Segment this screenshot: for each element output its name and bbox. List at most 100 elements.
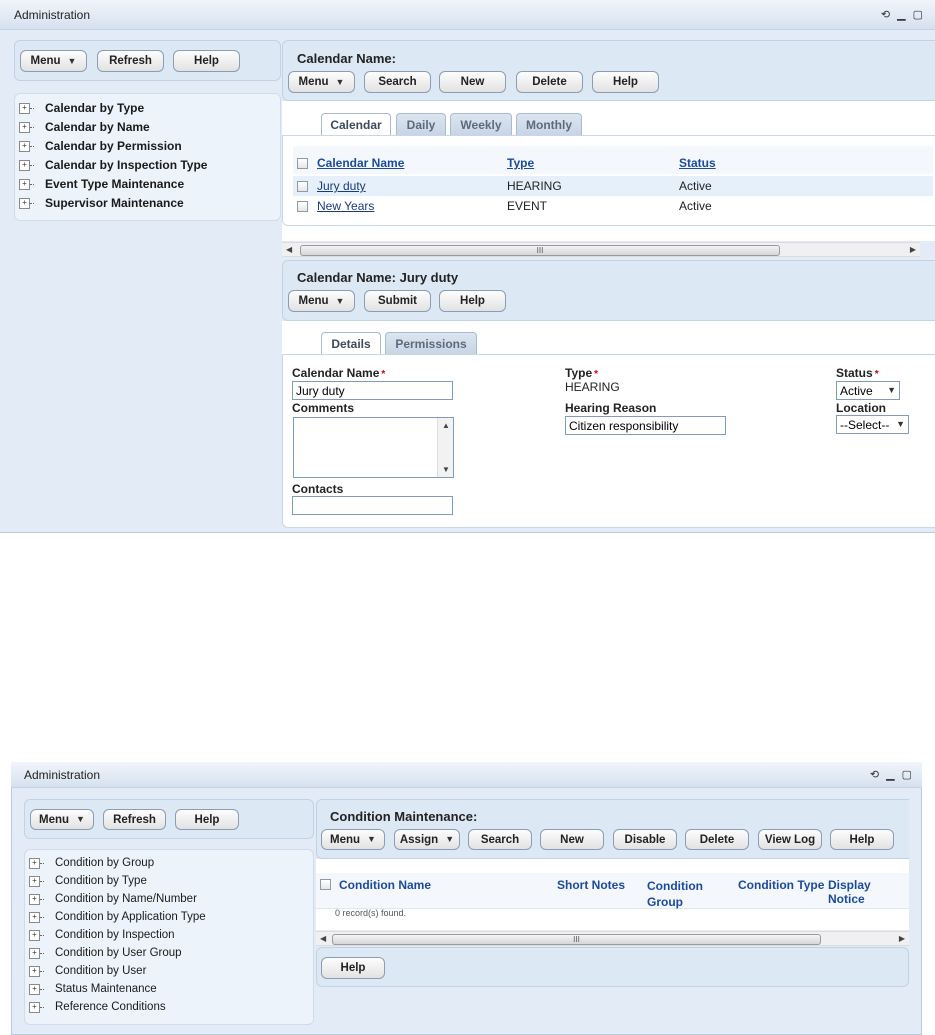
left-help-button[interactable]: Help xyxy=(173,50,240,72)
scroll-down-icon[interactable]: ▼ xyxy=(442,465,450,474)
left-menu-button[interactable]: Menu ▼ xyxy=(20,50,87,72)
expand-plus-icon[interactable]: + xyxy=(19,197,34,209)
column-display-notice[interactable]: Display Notice xyxy=(828,878,909,906)
select-all-checkbox[interactable] xyxy=(320,879,331,890)
column-short-notes[interactable]: Short Notes xyxy=(557,878,625,892)
detail-panel-header: Calendar Name: Jury duty Menu ▼ Submit He… xyxy=(282,260,935,321)
expand-plus-icon[interactable]: + xyxy=(29,875,44,887)
expand-plus-icon[interactable]: + xyxy=(19,102,34,114)
scroll-right-icon[interactable]: ▶ xyxy=(899,934,905,943)
scroll-thumb[interactable]: III xyxy=(332,934,821,945)
tree-item[interactable]: + Event Type Maintenance xyxy=(19,177,184,191)
tree-item[interactable]: + Condition by Name/Number xyxy=(29,893,197,905)
condition-viewlog-button[interactable]: View Log xyxy=(758,829,822,850)
calendar-horizontal-scrollbar[interactable]: ◀ III ▶ xyxy=(282,242,920,257)
row-name-link[interactable]: New Years xyxy=(317,199,374,213)
tree-item[interactable]: + Condition by Application Type xyxy=(29,911,206,923)
tree-item[interactable]: + Condition by User Group xyxy=(29,947,182,959)
expand-plus-icon[interactable]: + xyxy=(29,983,44,995)
column-condition-type[interactable]: Condition Type xyxy=(738,878,824,892)
calendar-menu-button[interactable]: Menu ▼ xyxy=(288,71,355,93)
detail-help-button[interactable]: Help xyxy=(439,290,506,312)
tree-item[interactable]: + Reference Conditions xyxy=(29,1001,166,1013)
tree-item[interactable]: + Condition by Inspection xyxy=(29,929,175,941)
comments-scrollbar[interactable]: ▲ ▼ xyxy=(437,418,453,477)
expand-plus-icon[interactable]: + xyxy=(19,121,34,133)
row-name-link[interactable]: Jury duty xyxy=(317,179,366,193)
tree-item[interactable]: + Supervisor Maintenance xyxy=(19,196,184,210)
contacts-label: Contacts xyxy=(292,482,344,496)
tree-item[interactable]: + Condition by Type xyxy=(29,875,147,887)
left-help-button[interactable]: Help xyxy=(175,809,239,830)
tree-item[interactable]: + Condition by User xyxy=(29,965,146,977)
column-status[interactable]: Status xyxy=(679,156,716,170)
condition-help-button[interactable]: Help xyxy=(830,829,894,850)
detail-submit-button[interactable]: Submit xyxy=(364,290,431,312)
tab-monthly[interactable]: Monthly xyxy=(516,113,582,135)
column-condition-name[interactable]: Condition Name xyxy=(339,878,431,892)
select-all-checkbox[interactable] xyxy=(297,158,308,169)
column-calendar-name[interactable]: Calendar Name xyxy=(317,156,404,170)
condition-delete-button[interactable]: Delete xyxy=(685,829,749,850)
status-select[interactable]: Active ▼ xyxy=(836,381,900,400)
calendar-name-input[interactable] xyxy=(292,381,453,400)
minimize-icon[interactable]: ▁ xyxy=(886,768,894,781)
condition-assign-button[interactable]: Assign ▼ xyxy=(394,829,460,850)
condition-search-button[interactable]: Search xyxy=(468,829,532,850)
condition-new-button[interactable]: New xyxy=(540,829,604,850)
calendar-search-button[interactable]: Search xyxy=(364,71,431,93)
left-refresh-button[interactable]: Refresh xyxy=(103,809,166,830)
tree-item[interactable]: + Calendar by Permission xyxy=(19,139,182,153)
expand-plus-icon[interactable]: + xyxy=(29,911,44,923)
expand-plus-icon[interactable]: + xyxy=(29,929,44,941)
condition-disable-button[interactable]: Disable xyxy=(613,829,677,850)
tree-item[interactable]: + Calendar by Name xyxy=(19,120,150,134)
hearing-reason-input[interactable] xyxy=(565,416,726,435)
expand-plus-icon[interactable]: + xyxy=(19,159,34,171)
scroll-left-icon[interactable]: ◀ xyxy=(286,245,292,254)
table-row[interactable] xyxy=(293,176,933,196)
condition-footer-help-button[interactable]: Help xyxy=(321,957,385,979)
condition-horizontal-scrollbar[interactable]: ◀ III ▶ xyxy=(316,931,909,946)
calendar-help-button[interactable]: Help xyxy=(592,71,659,93)
maximize-icon[interactable]: ▢ xyxy=(902,768,912,781)
expand-plus-icon[interactable]: + xyxy=(29,965,44,977)
condition-menu-button[interactable]: Menu ▼ xyxy=(321,829,385,850)
calendar-new-button[interactable]: New xyxy=(439,71,506,93)
expand-plus-icon[interactable]: + xyxy=(29,857,44,869)
expand-plus-icon[interactable]: + xyxy=(29,1001,44,1013)
refresh-window-icon[interactable]: ⟲ xyxy=(881,8,890,21)
tree-item[interactable]: + Status Maintenance xyxy=(29,983,157,995)
scroll-right-icon[interactable]: ▶ xyxy=(910,245,916,254)
tab-permissions[interactable]: Permissions xyxy=(385,332,477,354)
detail-menu-button[interactable]: Menu ▼ xyxy=(288,290,355,312)
tab-details[interactable]: Details xyxy=(321,332,381,355)
minimize-icon[interactable]: ▁ xyxy=(897,8,905,21)
scroll-up-icon[interactable]: ▲ xyxy=(442,421,450,430)
location-select[interactable]: --Select-- ▼ xyxy=(836,415,909,434)
expand-plus-icon[interactable]: + xyxy=(19,178,34,190)
tree-item[interactable]: + Calendar by Type xyxy=(19,101,144,115)
maximize-icon[interactable]: ▢ xyxy=(913,8,923,21)
row-checkbox[interactable] xyxy=(297,181,308,192)
tree-item[interactable]: + Condition by Group xyxy=(29,857,154,869)
scroll-left-icon[interactable]: ◀ xyxy=(320,934,326,943)
expand-plus-icon[interactable]: + xyxy=(29,893,44,905)
comments-textarea[interactable]: ▲ ▼ xyxy=(293,417,454,478)
left-refresh-button[interactable]: Refresh xyxy=(97,50,164,72)
calendar-delete-button[interactable]: Delete xyxy=(516,71,583,93)
tab-calendar[interactable]: Calendar xyxy=(321,113,391,136)
left-menu-button[interactable]: Menu ▼ xyxy=(30,809,94,830)
column-type[interactable]: Type xyxy=(507,156,534,170)
tab-weekly[interactable]: Weekly xyxy=(450,113,512,135)
expand-plus-icon[interactable]: + xyxy=(19,140,34,152)
tab-daily[interactable]: Daily xyxy=(396,113,446,135)
table-row[interactable] xyxy=(293,196,933,216)
row-checkbox[interactable] xyxy=(297,201,308,212)
contacts-input[interactable] xyxy=(292,496,453,515)
tree-item[interactable]: + Calendar by Inspection Type xyxy=(19,158,207,172)
scroll-thumb[interactable]: III xyxy=(300,245,780,256)
refresh-window-icon[interactable]: ⟲ xyxy=(870,768,879,781)
expand-plus-icon[interactable]: + xyxy=(29,947,44,959)
column-condition-group[interactable]: Condition Group xyxy=(647,878,703,910)
